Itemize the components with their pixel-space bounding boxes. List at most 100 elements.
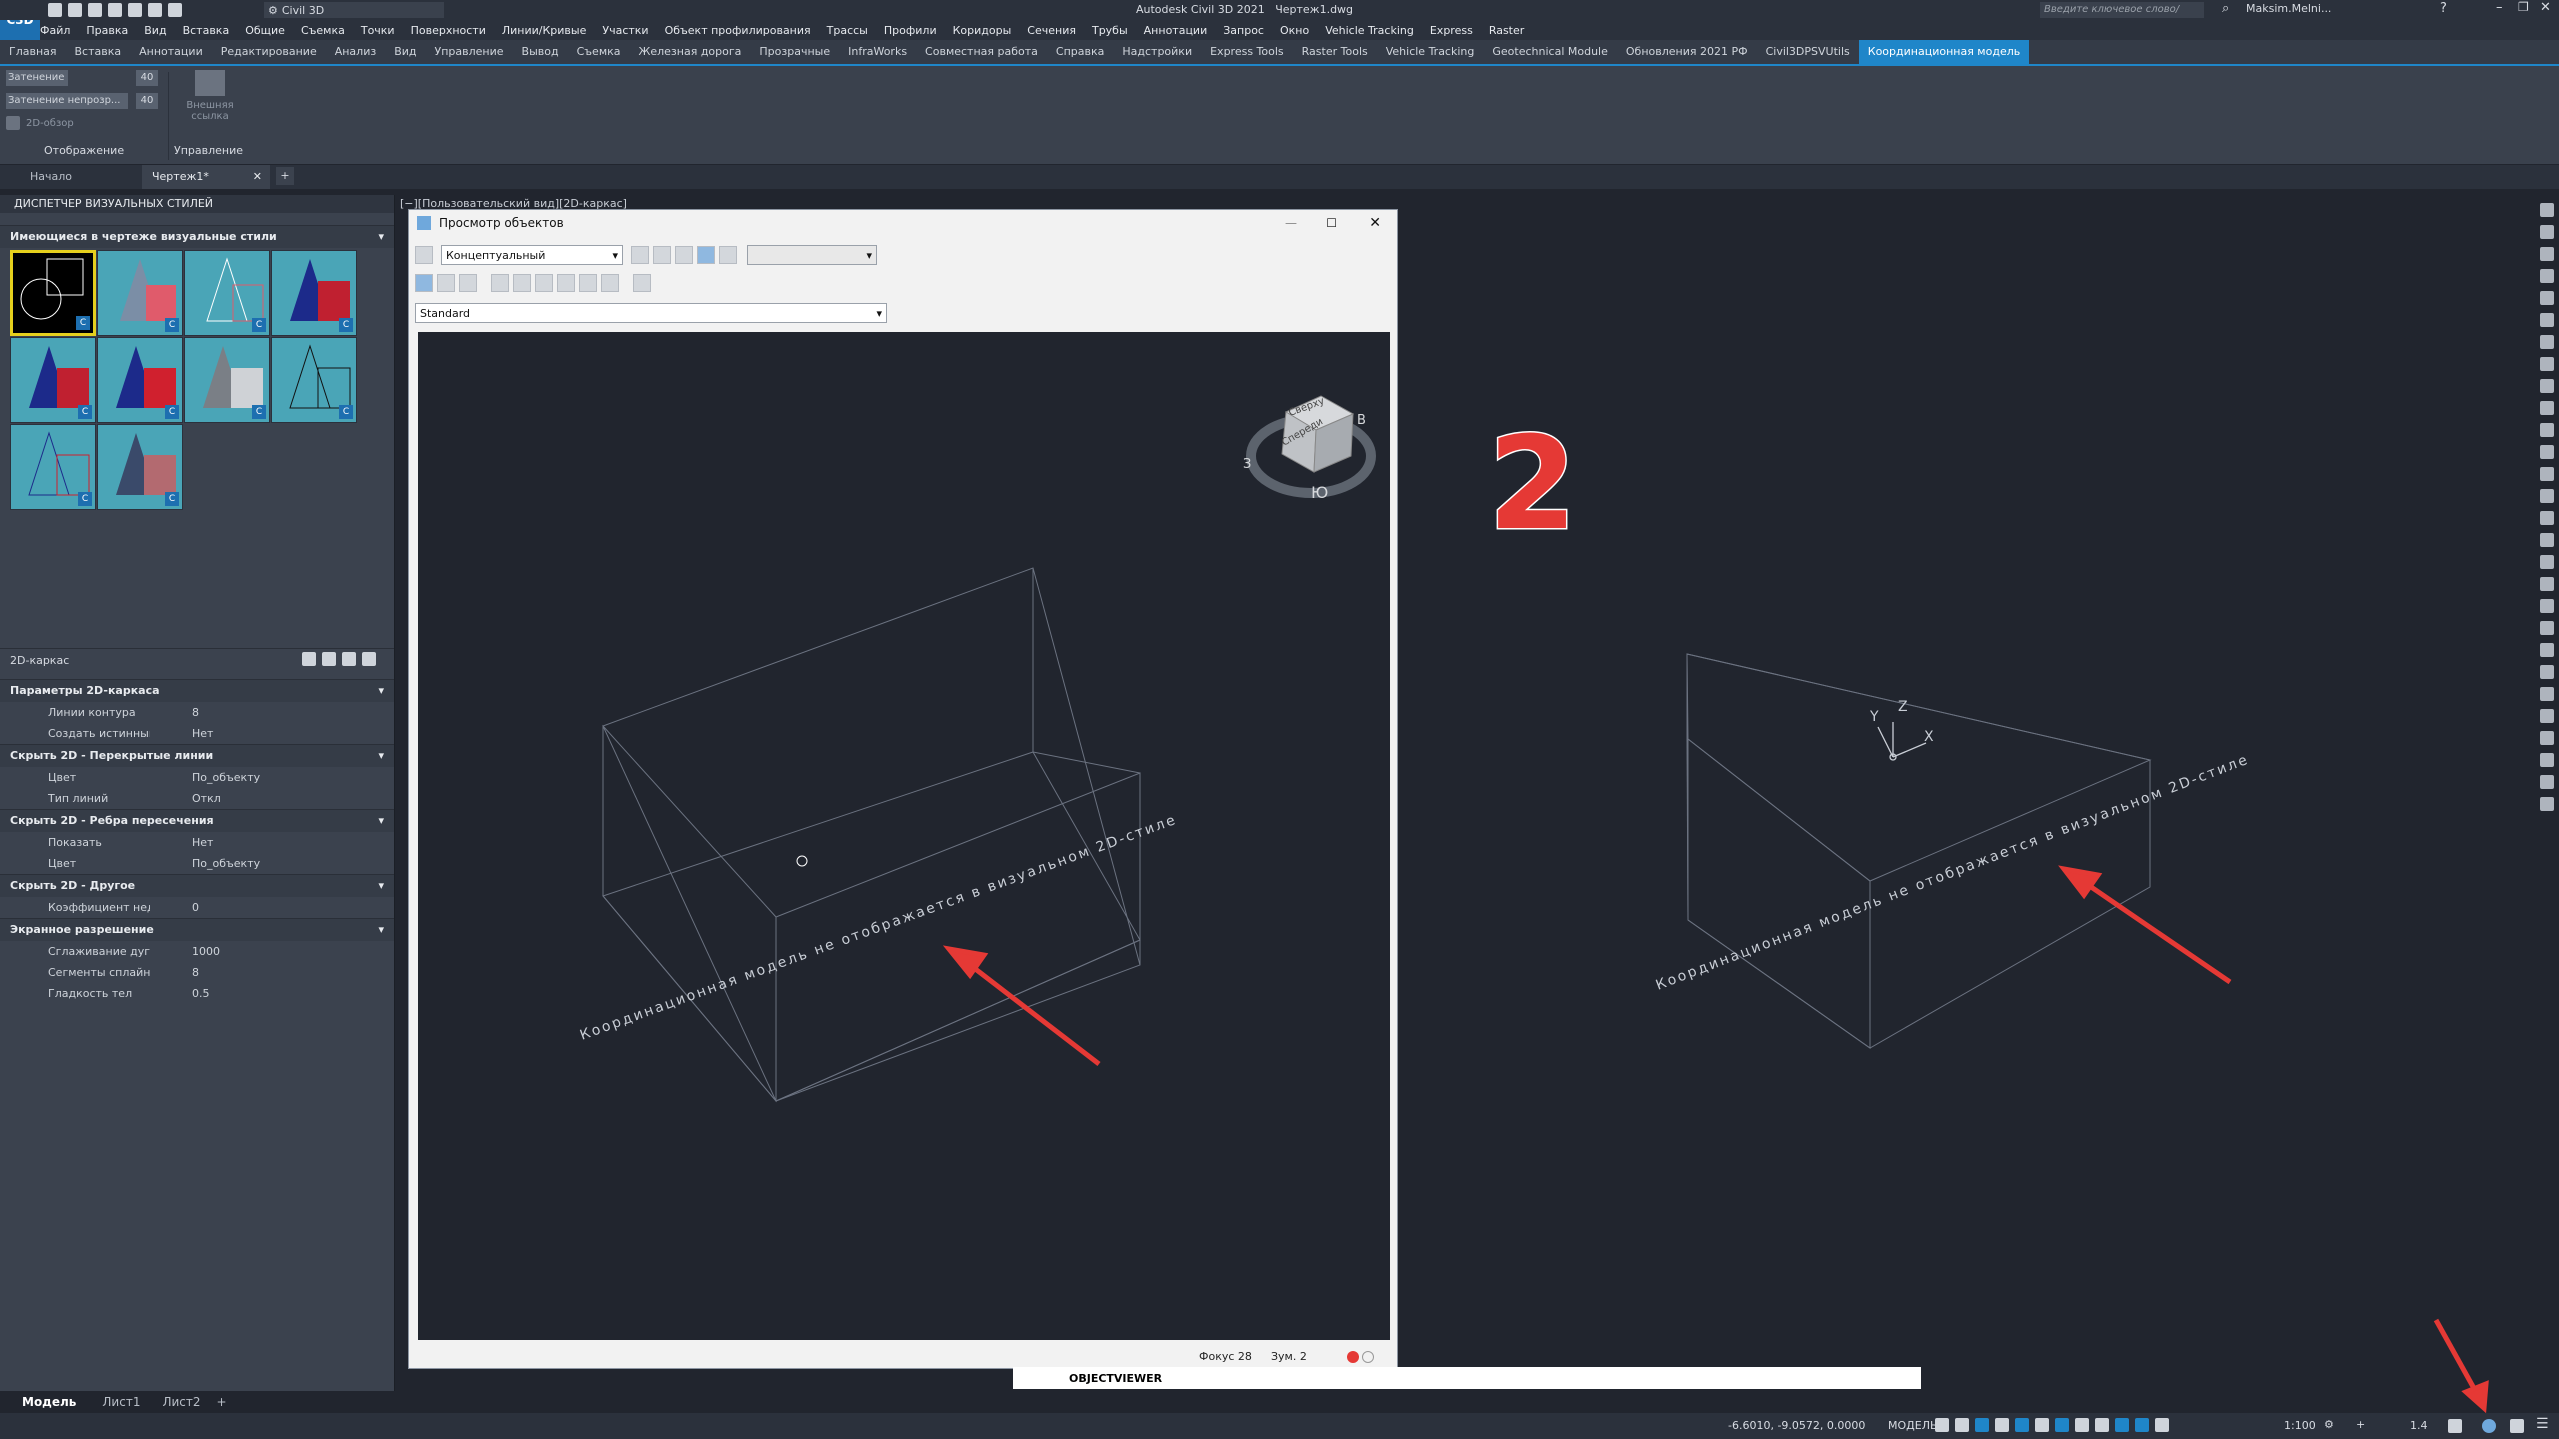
transparency-icon[interactable] bbox=[2115, 1418, 2129, 1432]
external-reference-button[interactable]: Внешняя ссылка bbox=[184, 70, 236, 122]
menu-item[interactable]: Трубы bbox=[1092, 24, 1128, 37]
viewer-minimize-icon[interactable]: — bbox=[1285, 210, 1297, 236]
view-cube[interactable]: Сверху Спереди Ю З В bbox=[1243, 395, 1376, 502]
property-row[interactable]: Цвет По_объекту bbox=[0, 853, 394, 874]
tab-start[interactable]: Начало bbox=[20, 165, 150, 189]
tab-model[interactable]: Модель bbox=[22, 1395, 76, 1409]
toolbar-tool-icon[interactable] bbox=[2539, 467, 2554, 481]
property-value[interactable]: 0.5 bbox=[150, 983, 394, 1004]
menu-item[interactable]: Коридоры bbox=[953, 24, 1012, 37]
viewer-maximize-icon[interactable]: ☐ bbox=[1326, 210, 1337, 236]
style-thumb-hidden[interactable]: C bbox=[184, 250, 270, 336]
menu-item[interactable]: Express bbox=[1430, 24, 1473, 37]
ribbon-tab[interactable]: Совместная работа bbox=[916, 40, 1047, 64]
toolbar-tool-icon[interactable] bbox=[2539, 731, 2554, 745]
toolbar-tool-icon[interactable] bbox=[2539, 423, 2554, 437]
menu-item[interactable]: Vehicle Tracking bbox=[1325, 24, 1414, 37]
ribbon-tab[interactable]: Железная дорога bbox=[630, 40, 751, 64]
property-row[interactable]: Создать истинный сил...Нет bbox=[0, 723, 394, 744]
toolbar-tool-icon[interactable] bbox=[2539, 599, 2554, 613]
toolbar-tool-icon[interactable] bbox=[2539, 357, 2554, 371]
coordinates-readout[interactable]: -6.6010, -9.0572, 0.0000 bbox=[1728, 1419, 1865, 1432]
property-section-header[interactable]: Скрыть 2D - Перекрытые линии ▾ bbox=[0, 744, 394, 767]
property-value[interactable]: Нет bbox=[150, 832, 394, 853]
menu-icon[interactable]: ☰ bbox=[2536, 1416, 2549, 1432]
property-section-header[interactable]: Параметры 2D-каркаса ▾ bbox=[0, 679, 394, 702]
toolbar-tool-icon[interactable] bbox=[2539, 687, 2554, 701]
property-row[interactable]: Сглаживание дуги/окр...1000 bbox=[0, 941, 394, 962]
ribbon-tab[interactable]: Express Tools bbox=[1201, 40, 1293, 64]
print-icon[interactable] bbox=[128, 3, 142, 17]
snap-icon[interactable] bbox=[1955, 1418, 1969, 1432]
toolbar-tool-icon[interactable] bbox=[2539, 401, 2554, 415]
toolbar-tool-icon[interactable] bbox=[2539, 665, 2554, 679]
property-row[interactable]: Линии контура 8 bbox=[0, 702, 394, 723]
viewer-canvas[interactable]: Координационная модель не отображается в… bbox=[418, 332, 1390, 1340]
style-thumb-2d-wireframe[interactable]: C bbox=[10, 250, 96, 336]
viewer-save-icon[interactable] bbox=[415, 246, 433, 264]
ribbon-tab[interactable]: Geotechnical Module bbox=[1483, 40, 1617, 64]
property-row[interactable]: Гладкость тел 0.5 bbox=[0, 983, 394, 1004]
search-input[interactable]: Введите ключевое слово/фразу bbox=[2040, 2, 2204, 31]
ribbon-tab[interactable]: Справка bbox=[1047, 40, 1113, 64]
menu-item[interactable]: Правка bbox=[86, 24, 128, 37]
toolbar-tool-icon[interactable] bbox=[2539, 643, 2554, 657]
help-icon[interactable]: ? bbox=[2440, 1, 2447, 16]
menu-item[interactable]: Окно bbox=[1280, 24, 1309, 37]
property-value[interactable]: Нет bbox=[150, 723, 394, 744]
annotation-scale[interactable]: 1:100 bbox=[2284, 1419, 2316, 1432]
tab-drawing1[interactable]: Чертеж1* ✕ bbox=[142, 165, 270, 189]
property-value[interactable]: По_объекту bbox=[150, 853, 394, 874]
add-layout-icon[interactable]: + bbox=[217, 1395, 227, 1409]
undo-icon[interactable] bbox=[148, 3, 162, 17]
toolbar-tool-icon[interactable] bbox=[2539, 335, 2554, 349]
style-thumb-shaded[interactable]: C bbox=[271, 250, 357, 336]
toolbar-tool-icon[interactable] bbox=[2539, 555, 2554, 569]
toolbar-tool-icon[interactable] bbox=[2539, 445, 2554, 459]
ribbon-tab[interactable]: Civil3DPSVUtils bbox=[1757, 40, 1859, 64]
steering-wheel-icon[interactable] bbox=[633, 274, 651, 292]
workspace-select[interactable]: ⚙ Civil 3D bbox=[264, 2, 444, 18]
style-thumb-realistic[interactable]: C bbox=[10, 337, 96, 423]
tab-sheet1[interactable]: Лист1 bbox=[102, 1395, 140, 1409]
annotation-visibility-icon[interactable] bbox=[2155, 1418, 2169, 1432]
isolate-icon[interactable] bbox=[2448, 1419, 2462, 1433]
camera-icon[interactable] bbox=[719, 246, 737, 264]
property-value[interactable]: 1000 bbox=[150, 941, 394, 962]
ribbon-tab[interactable]: Аннотации bbox=[130, 40, 212, 64]
property-section-header[interactable]: Скрыть 2D - Другое ▾ bbox=[0, 874, 394, 897]
workspace-gear-icon[interactable]: ⚙ bbox=[2324, 1418, 2334, 1431]
toolbar-tool-icon[interactable] bbox=[2539, 313, 2554, 327]
view-preset-select[interactable]: ▾ bbox=[747, 245, 877, 265]
style-thumb-xray[interactable]: C bbox=[97, 424, 183, 510]
menu-item[interactable]: Профили bbox=[884, 24, 937, 37]
toolbar-tool-icon[interactable] bbox=[2539, 533, 2554, 547]
osnap-icon[interactable] bbox=[2075, 1418, 2089, 1432]
ribbon-tab[interactable]: Съемка bbox=[568, 40, 630, 64]
menu-item[interactable]: Трассы bbox=[827, 24, 868, 37]
property-row[interactable]: Сегменты сплайна 8 bbox=[0, 962, 394, 983]
toolbar-tool-icon[interactable] bbox=[2539, 489, 2554, 503]
view-front-icon[interactable] bbox=[459, 274, 477, 292]
ribbon-tab[interactable]: Надстройки bbox=[1113, 40, 1201, 64]
shade-opacity-slider[interactable]: Затенение непрозр... bbox=[6, 93, 128, 109]
ribbon-tab[interactable]: Координационная модель bbox=[1858, 40, 2030, 64]
menu-item[interactable]: Запрос bbox=[1223, 24, 1264, 37]
save-icon[interactable] bbox=[88, 3, 102, 17]
view-top-icon[interactable] bbox=[415, 274, 433, 292]
selection-cycling-icon[interactable] bbox=[2135, 1418, 2149, 1432]
property-value[interactable]: 8 bbox=[150, 962, 394, 983]
toolbar-tool-icon[interactable] bbox=[2539, 775, 2554, 789]
ribbon-tab[interactable]: Обновления 2021 РФ bbox=[1617, 40, 1757, 64]
record-indicator[interactable] bbox=[1347, 1351, 1359, 1363]
close-icon[interactable]: ✕ bbox=[2540, 0, 2551, 15]
toolbar-tool-icon[interactable] bbox=[2539, 225, 2554, 239]
ribbon-tab[interactable]: Анализ bbox=[326, 40, 386, 64]
free-orbit-icon[interactable] bbox=[697, 246, 715, 264]
search-icon[interactable]: ⌕ bbox=[2222, 1, 2229, 16]
menu-item[interactable]: Файл bbox=[40, 24, 70, 37]
ribbon-tab[interactable]: Raster Tools bbox=[1293, 40, 1377, 64]
ortho-icon[interactable] bbox=[1995, 1418, 2009, 1432]
ribbon-tab[interactable]: InfraWorks bbox=[839, 40, 916, 64]
zoom-window-icon[interactable] bbox=[491, 274, 509, 292]
